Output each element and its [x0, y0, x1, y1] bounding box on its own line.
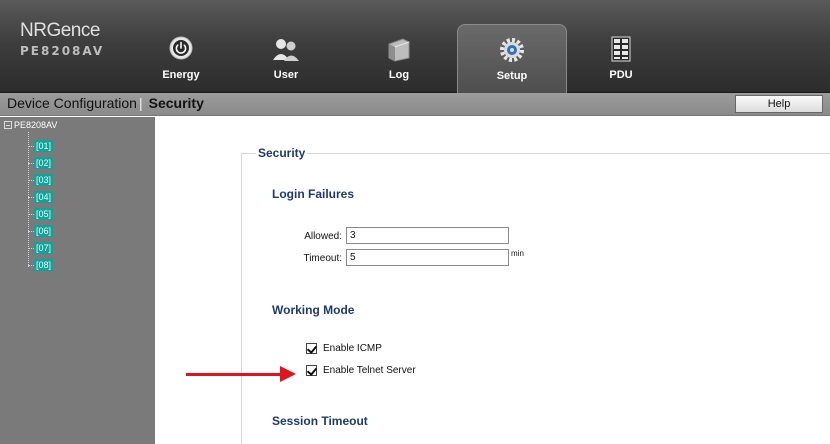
tree-node-label: [03] [34, 174, 54, 186]
breadcrumb: Device Configuration | Security [7, 95, 204, 111]
tree-node-label: [02] [34, 157, 54, 169]
tab-log-label: Log [388, 69, 410, 81]
annotation-arrow-icon [280, 366, 296, 382]
tree-node-04[interactable]: [04] [28, 191, 54, 203]
tab-pdu-label: PDU [609, 69, 633, 81]
timeout-input[interactable] [346, 249, 509, 266]
fieldset-border-top [241, 153, 830, 154]
main-panel [155, 117, 830, 444]
working-mode-title: Working Mode [272, 303, 355, 317]
tree-node-label: [07] [34, 242, 54, 254]
timeout-label: Timeout: [303, 253, 342, 264]
help-button[interactable]: Help [735, 95, 823, 113]
tree-node-label: [04] [34, 191, 54, 203]
sidebar-tree: PE8208AV [01] [02] [03] [04] [05] [06] [… [0, 117, 155, 444]
enable-icmp-row[interactable]: Enable ICMP [306, 343, 382, 354]
tab-setup-label: Setup [496, 70, 528, 82]
breadcrumb-separator: | [138, 95, 143, 111]
tree-node-label: [01] [34, 140, 54, 152]
tab-log[interactable]: Log [344, 24, 454, 93]
gear-icon [458, 37, 566, 63]
allowed-label: Allowed: [304, 231, 342, 242]
power-icon [126, 36, 236, 62]
tree-node-07[interactable]: [07] [28, 242, 54, 254]
tab-energy-label: Energy [162, 69, 200, 81]
users-icon [231, 36, 341, 62]
fieldset-border-left [241, 153, 242, 444]
annotation-arrow-shaft [186, 373, 282, 376]
tree-root[interactable]: PE8208AV [4, 120, 57, 130]
breadcrumb-bar: Device Configuration | Security Help [0, 93, 830, 116]
breadcrumb-current: Security [148, 95, 204, 111]
tab-setup[interactable]: Setup [457, 24, 567, 93]
enable-telnet-row[interactable]: Enable Telnet Server [306, 365, 416, 376]
brand-model: PE8208AV [20, 44, 105, 58]
enable-telnet-label: Enable Telnet Server [323, 365, 416, 376]
security-legend: Security [256, 146, 308, 160]
tree-node-label: [06] [34, 225, 54, 237]
enable-telnet-checkbox[interactable] [306, 365, 317, 376]
tree-root-label: PE8208AV [14, 120, 58, 130]
tab-user[interactable]: User [231, 24, 341, 93]
tree-node-01[interactable]: [01] [28, 140, 54, 152]
allowed-input[interactable] [346, 227, 509, 244]
tree-node-03[interactable]: [03] [28, 174, 54, 186]
tree-node-label: [08] [34, 259, 54, 271]
session-timeout-title: Session Timeout [272, 414, 368, 428]
enable-icmp-label: Enable ICMP [323, 343, 382, 354]
tree-node-08[interactable]: [08] [28, 259, 54, 271]
breadcrumb-parent[interactable]: Device Configuration [7, 95, 137, 111]
tab-user-label: User [273, 69, 299, 81]
tree-node-label: [05] [34, 208, 54, 220]
pdu-icon [566, 36, 676, 62]
tab-energy[interactable]: Energy [126, 24, 236, 93]
collapse-icon[interactable] [4, 121, 12, 129]
tree-node-05[interactable]: [05] [28, 208, 54, 220]
enable-icmp-checkbox[interactable] [306, 343, 317, 354]
timeout-unit: min [511, 249, 524, 258]
brand-logo: NRGence [20, 20, 100, 41]
login-failures-title: Login Failures [272, 187, 355, 201]
tree-node-02[interactable]: [02] [28, 157, 54, 169]
log-icon [344, 36, 454, 62]
brand: NRGence PE8208AV [20, 20, 104, 58]
tree-node-06[interactable]: [06] [28, 225, 54, 237]
top-header: NRGence PE8208AV Energy User Log Setup P… [0, 0, 830, 93]
tab-pdu[interactable]: PDU [566, 24, 676, 93]
